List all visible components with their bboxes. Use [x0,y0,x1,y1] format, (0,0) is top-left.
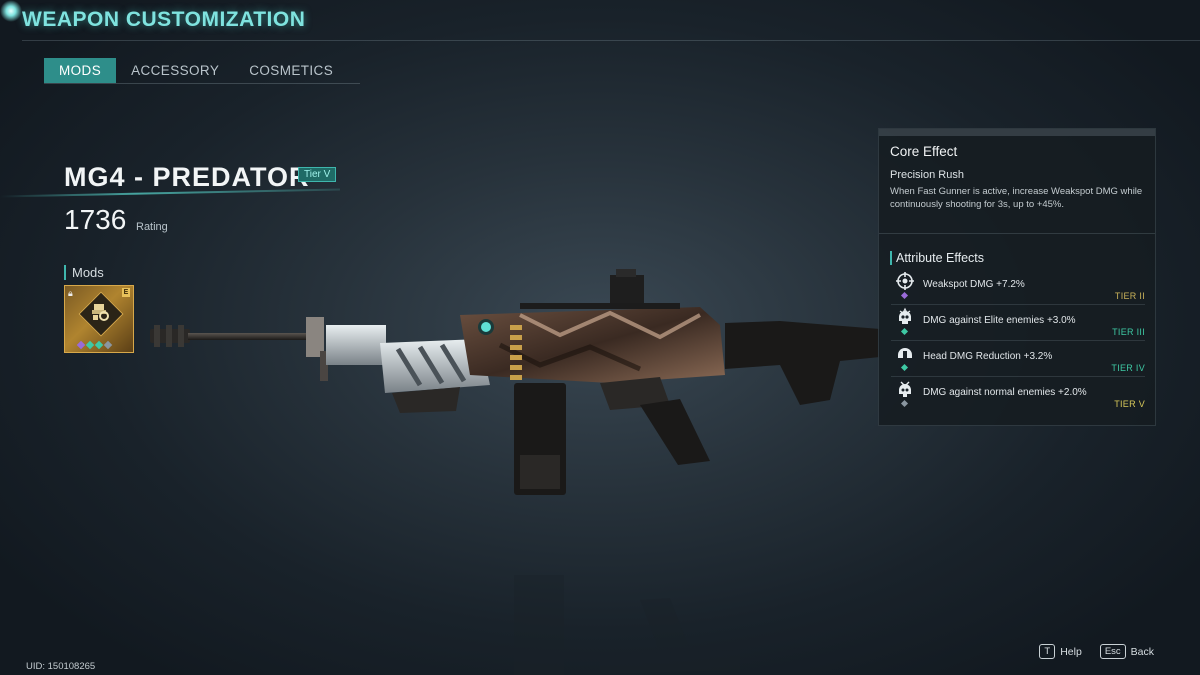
mods-section-label: Mods [64,265,104,280]
key-hints: T Help Esc Back [1021,644,1154,659]
weapon-name: MG4 - PREDATOR [64,162,310,192]
crosshair-skull-icon [896,272,914,290]
attribute-tier: TIER III [1112,327,1145,337]
mg4-weapon-image [150,269,880,495]
core-effect-name: Precision Rush [890,169,964,181]
back-label: Back [1130,645,1154,658]
header-glow [0,0,22,22]
back-key: Esc [1099,644,1126,659]
tab-cosmetics[interactable]: COSMETICS [234,58,348,83]
panel-header-bar [879,129,1155,136]
gem-icon [103,340,113,350]
mod-emblem-icon [92,304,109,321]
help-key: T [1039,644,1056,659]
helmet-icon [898,348,912,358]
rating-value: 1736 [64,204,127,235]
attribute-row: Head DMG Reduction +3.2% TIER IV [891,341,1145,377]
attribute-row: Weakspot DMG +7.2% TIER II [891,269,1145,305]
gem-icon [900,399,909,408]
tab-accessory[interactable]: ACCESSORY [116,58,234,83]
help-label: Help [1060,645,1082,658]
gem-icon [85,340,95,350]
gem-icon [900,327,909,336]
weapon-tier-badge: Tier V [298,167,337,182]
tab-mods[interactable]: MODS [44,58,117,83]
attribute-text: Head DMG Reduction +3.2% [923,351,1053,362]
user-id: UID: 150108265 [26,661,96,672]
attribute-tier: TIER II [1114,291,1145,301]
core-effect-description: When Fast Gunner is active, increase Wea… [890,186,1143,210]
header-divider [22,40,1200,41]
core-effect-title: Core Effect [890,144,958,159]
rating-label: Rating [136,221,168,233]
lock-icon: 🔒︎ [68,288,73,298]
elite-skull-icon [899,307,911,324]
attribute-text: DMG against Elite enemies +3.0% [923,315,1076,326]
attribute-tier: TIER V [1114,399,1145,409]
mod-tier-letter: E [122,288,130,297]
attribute-text: Weakspot DMG +7.2% [923,279,1025,290]
attribute-tier: TIER IV [1111,363,1145,373]
gem-icon [94,340,104,350]
attribute-row: DMG against normal enemies +2.0% TIER V [891,377,1145,412]
mod-slot-card[interactable]: 🔒︎ E [64,285,134,353]
gem-icon [900,363,909,372]
weapon-reflection [514,575,740,675]
tabs-divider [44,83,360,84]
help-button[interactable]: T Help [1039,644,1082,659]
normal-enemy-icon [899,381,911,397]
attribute-row: DMG against Elite enemies +3.0% TIER III [891,305,1145,341]
attribute-text: DMG against normal enemies +2.0% [923,387,1087,398]
back-button[interactable]: Esc Back [1099,644,1154,659]
panel-divider [879,233,1155,234]
gem-icon [900,291,909,300]
mod-gem-row [76,340,113,350]
page-title: WEAPON CUSTOMIZATION [22,8,306,31]
tab-bar: MODS ACCESSORY COSMETICS [44,58,348,83]
effects-panel: Core Effect Precision Rush When Fast Gun… [878,128,1156,426]
gem-icon [76,340,86,350]
attribute-effects-title: Attribute Effects [890,251,984,265]
